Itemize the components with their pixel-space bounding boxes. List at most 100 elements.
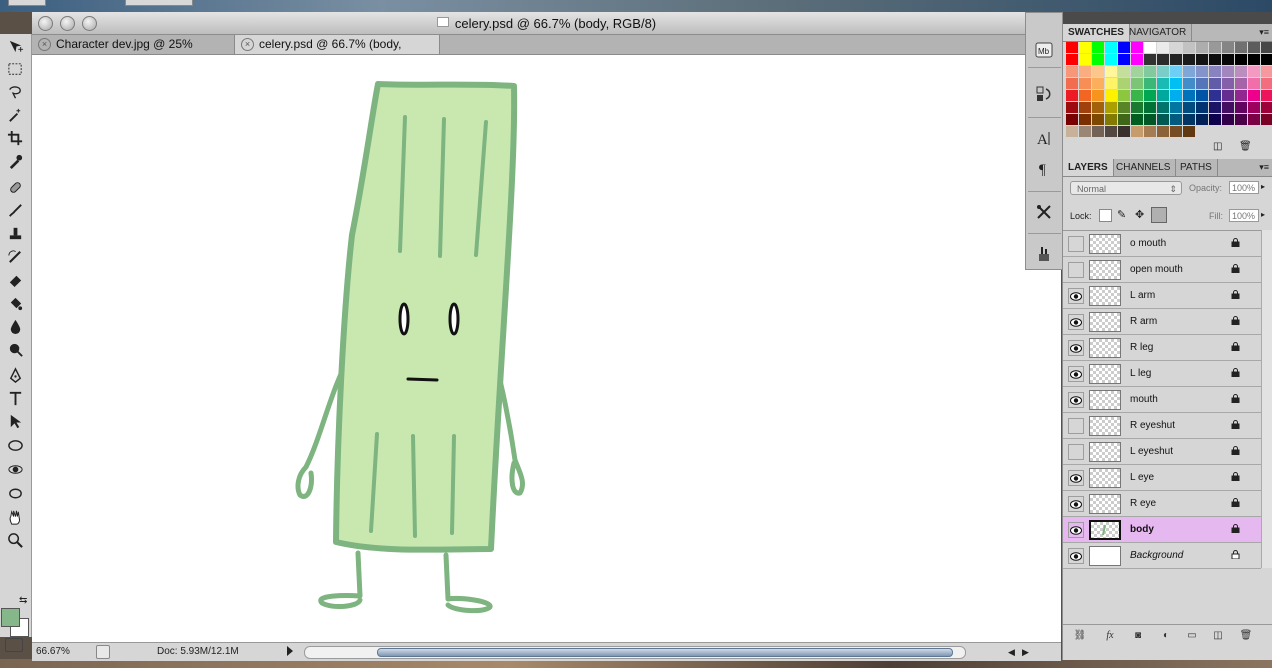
color-swatch[interactable] [1105, 102, 1117, 113]
delete-layer-icon[interactable]: 🗑 [1239, 628, 1253, 642]
color-swatch[interactable] [1157, 90, 1169, 101]
zoom-icon[interactable] [4, 530, 26, 550]
lock-transparent-icon[interactable] [1099, 209, 1112, 222]
color-swatch[interactable] [1118, 102, 1130, 113]
color-swatch[interactable] [1131, 42, 1143, 53]
color-swatch[interactable] [1144, 102, 1156, 113]
panel-menu-icon[interactable]: ▾≡ [1259, 162, 1269, 173]
color-swatch[interactable] [1131, 78, 1143, 89]
lasso-icon[interactable] [4, 82, 26, 102]
color-swatch[interactable] [1157, 114, 1169, 125]
color-swatch[interactable] [1196, 42, 1208, 53]
eraser-icon[interactable] [4, 269, 26, 289]
color-swatch[interactable] [1144, 90, 1156, 101]
color-swatch[interactable] [1105, 114, 1117, 125]
color-swatch[interactable] [1105, 42, 1117, 53]
quick-mask-icon[interactable] [5, 638, 23, 652]
color-swatch[interactable] [1157, 126, 1169, 137]
color-swatch[interactable] [1079, 54, 1091, 65]
color-swatch[interactable] [1118, 126, 1130, 137]
color-swatch[interactable] [1079, 78, 1091, 89]
color-swatch[interactable] [1131, 66, 1143, 77]
layer-name[interactable]: Background [1130, 550, 1183, 561]
layer-row[interactable]: L leg [1063, 361, 1261, 387]
dodge-icon[interactable] [4, 339, 26, 359]
color-swatch[interactable] [1196, 102, 1208, 113]
color-swatch[interactable] [1092, 66, 1104, 77]
layer-name[interactable]: open mouth [1130, 264, 1183, 275]
tab-paths[interactable]: PATHS [1175, 159, 1218, 176]
color-swatch[interactable] [1131, 114, 1143, 125]
layer-row[interactable]: Background [1063, 543, 1261, 569]
lock-pixels-icon[interactable]: ✎ [1117, 208, 1126, 221]
color-swatch[interactable] [1209, 54, 1221, 65]
visibility-eye-icon[interactable] [1068, 366, 1084, 382]
layer-name[interactable]: R eyeshut [1130, 420, 1175, 431]
color-swatch[interactable] [1105, 78, 1117, 89]
color-swatch[interactable] [1209, 114, 1221, 125]
color-swatch[interactable] [1261, 114, 1272, 125]
color-swatch[interactable] [1144, 114, 1156, 125]
layer-row[interactable]: L arm [1063, 283, 1261, 309]
layer-row[interactable]: R eye [1063, 491, 1261, 517]
layer-row[interactable]: R eyeshut [1063, 413, 1261, 439]
paragraph-icon[interactable]: ¶ [1033, 157, 1055, 179]
visibility-eye-icon[interactable] [1068, 314, 1084, 330]
status-arrow-icon[interactable] [287, 646, 293, 656]
color-swatch[interactable] [1066, 78, 1078, 89]
color-swatch[interactable] [1261, 78, 1272, 89]
color-swatch[interactable] [1222, 66, 1234, 77]
blend-mode-select[interactable]: Normal ⇕ [1070, 181, 1182, 195]
color-swatch[interactable] [1079, 42, 1091, 53]
fill-dropdown-icon[interactable]: ▸ [1261, 210, 1265, 219]
close-tab-icon[interactable]: × [241, 38, 254, 51]
color-swatch[interactable] [1261, 42, 1272, 53]
color-swatch[interactable] [1248, 42, 1260, 53]
color-swatch[interactable] [1196, 54, 1208, 65]
tab-navigator[interactable]: NAVIGATOR [1124, 24, 1193, 41]
color-swatch[interactable] [1092, 102, 1104, 113]
magic-wand-icon[interactable] [4, 105, 26, 125]
layer-name[interactable]: L leg [1130, 368, 1151, 379]
close-tab-icon[interactable]: × [38, 38, 51, 51]
color-swatch[interactable] [1092, 78, 1104, 89]
color-swatch[interactable] [1183, 114, 1195, 125]
color-swatch[interactable] [1196, 66, 1208, 77]
history-icon[interactable] [1033, 83, 1055, 105]
color-swatch[interactable] [1079, 66, 1091, 77]
brush-icon[interactable] [4, 200, 26, 220]
color-swatch[interactable] [1066, 54, 1078, 65]
color-swatch[interactable] [1235, 42, 1247, 53]
color-swatch[interactable] [1235, 114, 1247, 125]
color-swatch[interactable] [1105, 126, 1117, 137]
tab-layers[interactable]: LAYERS [1063, 159, 1114, 176]
color-swatch[interactable] [1196, 90, 1208, 101]
color-swatch[interactable] [1131, 102, 1143, 113]
visibility-eye-icon[interactable] [1068, 340, 1084, 356]
color-swatch[interactable] [1079, 90, 1091, 101]
color-swatch[interactable] [1235, 66, 1247, 77]
color-swatch[interactable] [1066, 114, 1078, 125]
color-swatch[interactable] [1222, 42, 1234, 53]
add-mask-icon[interactable]: ◙ [1131, 628, 1145, 642]
color-swatch[interactable] [1105, 90, 1117, 101]
visibility-eye-icon[interactable] [1068, 392, 1084, 408]
visibility-eye-icon[interactable] [1068, 548, 1084, 564]
color-swatch[interactable] [1092, 114, 1104, 125]
color-swatch[interactable] [1092, 126, 1104, 137]
color-swatch[interactable] [1235, 102, 1247, 113]
swap-colors-icon[interactable]: ⇆ [19, 595, 27, 606]
layer-name[interactable]: L eyeshut [1130, 446, 1173, 457]
tab-channels[interactable]: CHANNELS [1111, 159, 1177, 176]
tool-presets-icon[interactable] [1033, 201, 1055, 223]
color-swatch[interactable] [1261, 90, 1272, 101]
color-swatch[interactable] [1196, 114, 1208, 125]
color-swatch[interactable] [1118, 66, 1130, 77]
character-icon[interactable]: A [1033, 127, 1055, 149]
color-swatch[interactable] [1118, 78, 1130, 89]
layer-row[interactable]: L eye [1063, 465, 1261, 491]
path-selection-icon[interactable] [4, 411, 26, 431]
color-swatch[interactable] [1170, 126, 1182, 137]
color-swatch[interactable] [1144, 78, 1156, 89]
layer-name[interactable]: L arm [1130, 290, 1155, 301]
